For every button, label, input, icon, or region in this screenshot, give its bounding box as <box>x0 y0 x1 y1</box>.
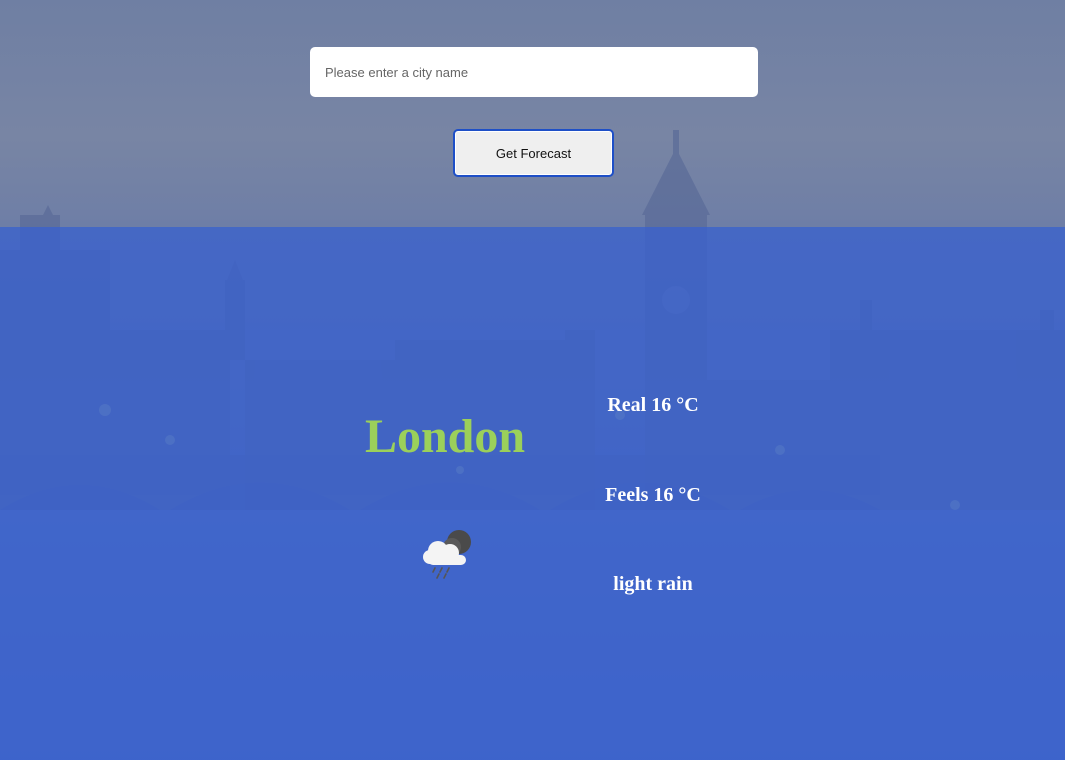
weather-description: light rain <box>613 573 693 595</box>
real-temperature: Real 16 °C <box>607 394 699 416</box>
city-name-heading: London <box>364 410 526 463</box>
city-search-input[interactable] <box>310 47 758 97</box>
get-forecast-button[interactable]: Get Forecast <box>453 129 614 177</box>
forecast-results-panel: London Real 16 °C Feels 16 °C light rain <box>0 227 1065 760</box>
feels-like-temperature: Feels 16 °C <box>605 484 701 506</box>
cloud-rain-night-icon <box>418 525 474 581</box>
search-section: Get Forecast <box>0 0 1065 227</box>
